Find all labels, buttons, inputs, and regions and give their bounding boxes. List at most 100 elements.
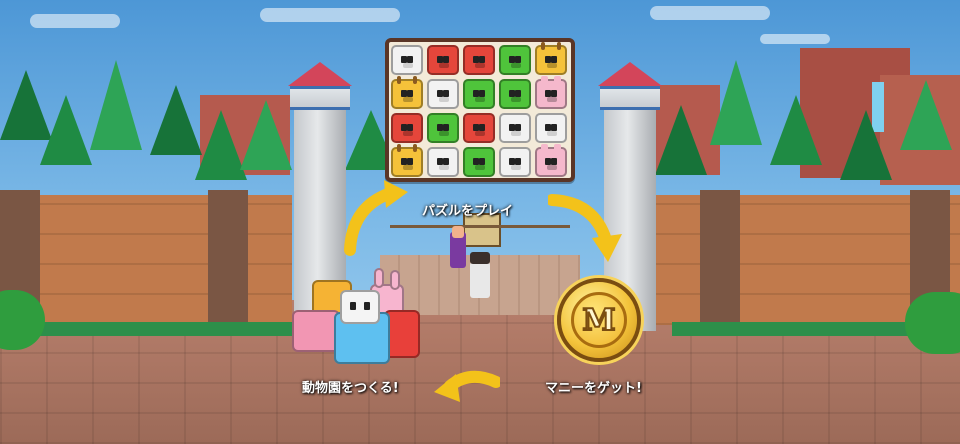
- mouth: [547, 63, 557, 68]
- mouth: [475, 97, 485, 102]
- eye: [551, 90, 557, 97]
- mouth: [439, 63, 449, 68]
- panda-tile[interactable]: [535, 113, 567, 143]
- frog-tile[interactable]: [427, 113, 459, 143]
- pine-tree: [240, 100, 292, 170]
- mouth: [439, 131, 449, 136]
- cloud: [30, 14, 120, 28]
- pine-tree: [710, 60, 762, 145]
- mouth: [511, 131, 521, 136]
- pine-tree: [840, 110, 892, 180]
- pig-block: [292, 310, 340, 352]
- pine-tree: [655, 105, 707, 175]
- pine-tree: [40, 95, 92, 165]
- fence-post: [700, 190, 740, 330]
- zoo-gate-scene: パズルをプレイ マニーをゲット! 動物園をつくる! M: [0, 0, 960, 444]
- fence-base: [672, 322, 922, 336]
- mouth: [439, 97, 449, 102]
- mouth: [475, 131, 485, 136]
- monkey-tile[interactable]: [463, 113, 495, 143]
- eye: [443, 158, 449, 165]
- panda-tile[interactable]: [499, 147, 531, 177]
- horn: [557, 42, 561, 50]
- zookeeper-head: [452, 226, 464, 238]
- frog-tile[interactable]: [499, 79, 531, 109]
- rabbit-tile[interactable]: [535, 76, 567, 109]
- pine-tree: [90, 60, 142, 150]
- pillar-band: [290, 86, 350, 110]
- frog-tile[interactable]: [463, 79, 495, 109]
- monkey-tile[interactable]: [427, 45, 459, 75]
- pillar-roof: [288, 62, 352, 86]
- horn: [397, 76, 401, 84]
- arrow-up-right-icon: [344, 180, 408, 256]
- eye: [407, 124, 413, 131]
- eye: [407, 56, 413, 63]
- frog-tile[interactable]: [463, 147, 495, 177]
- eye: [551, 124, 557, 131]
- pillar-band: [600, 86, 660, 110]
- player-hat: [470, 252, 490, 264]
- mouth: [511, 165, 521, 170]
- eye: [551, 158, 557, 165]
- eye: [443, 90, 449, 97]
- money-coin-icon: M: [557, 278, 641, 362]
- monkey-tile[interactable]: [463, 45, 495, 75]
- eye: [515, 90, 521, 97]
- ear: [541, 144, 548, 152]
- puzzle-grid: [391, 42, 569, 179]
- eye: [515, 124, 521, 131]
- panda-tile[interactable]: [427, 79, 459, 109]
- eye: [551, 56, 557, 63]
- eye: [350, 302, 356, 310]
- arrow-left-icon: [434, 370, 500, 402]
- ear: [541, 76, 548, 84]
- frog-tile[interactable]: [499, 45, 531, 75]
- eye: [364, 302, 370, 310]
- eye: [407, 158, 413, 165]
- mouth: [475, 63, 485, 68]
- animal-group-icon: [290, 268, 425, 368]
- panda-block: [340, 290, 380, 324]
- giraffe-tile[interactable]: [535, 42, 567, 75]
- pine-tree: [770, 95, 822, 165]
- mouth: [475, 165, 485, 170]
- cloud: [650, 6, 770, 20]
- eye: [515, 158, 521, 165]
- panda-tile[interactable]: [427, 147, 459, 177]
- eye: [407, 90, 413, 97]
- ear: [554, 76, 561, 84]
- horn: [541, 42, 545, 50]
- horn: [413, 144, 417, 152]
- mouth: [547, 131, 557, 136]
- mouth: [439, 165, 449, 170]
- eye: [515, 56, 521, 63]
- giraffe-tile[interactable]: [391, 76, 423, 109]
- fence-base: [40, 322, 295, 336]
- monkey-tile[interactable]: [391, 113, 423, 143]
- arrow-down-right-icon: [548, 194, 622, 262]
- mouth: [403, 63, 413, 68]
- eye: [479, 158, 485, 165]
- cloud: [260, 8, 400, 22]
- eye: [479, 124, 485, 131]
- eye: [443, 56, 449, 63]
- panda-tile[interactable]: [499, 113, 531, 143]
- rabbit-ear: [374, 268, 384, 288]
- rabbit-tile[interactable]: [535, 144, 567, 177]
- horn: [397, 144, 401, 152]
- mouth: [511, 97, 521, 102]
- fence-post: [208, 190, 248, 330]
- giraffe-tile[interactable]: [391, 144, 423, 177]
- eye: [479, 90, 485, 97]
- hedge-bush: [905, 292, 960, 354]
- horn: [413, 76, 417, 84]
- pillar-roof: [598, 62, 662, 86]
- panda-tile[interactable]: [391, 45, 423, 75]
- pine-tree: [900, 80, 952, 150]
- play-puzzle-label: パズルをプレイ: [422, 204, 514, 219]
- get-money-label: マニーをゲット!: [545, 381, 642, 396]
- mouth: [403, 165, 413, 170]
- puzzle-board: [385, 38, 575, 182]
- mouth: [547, 97, 557, 102]
